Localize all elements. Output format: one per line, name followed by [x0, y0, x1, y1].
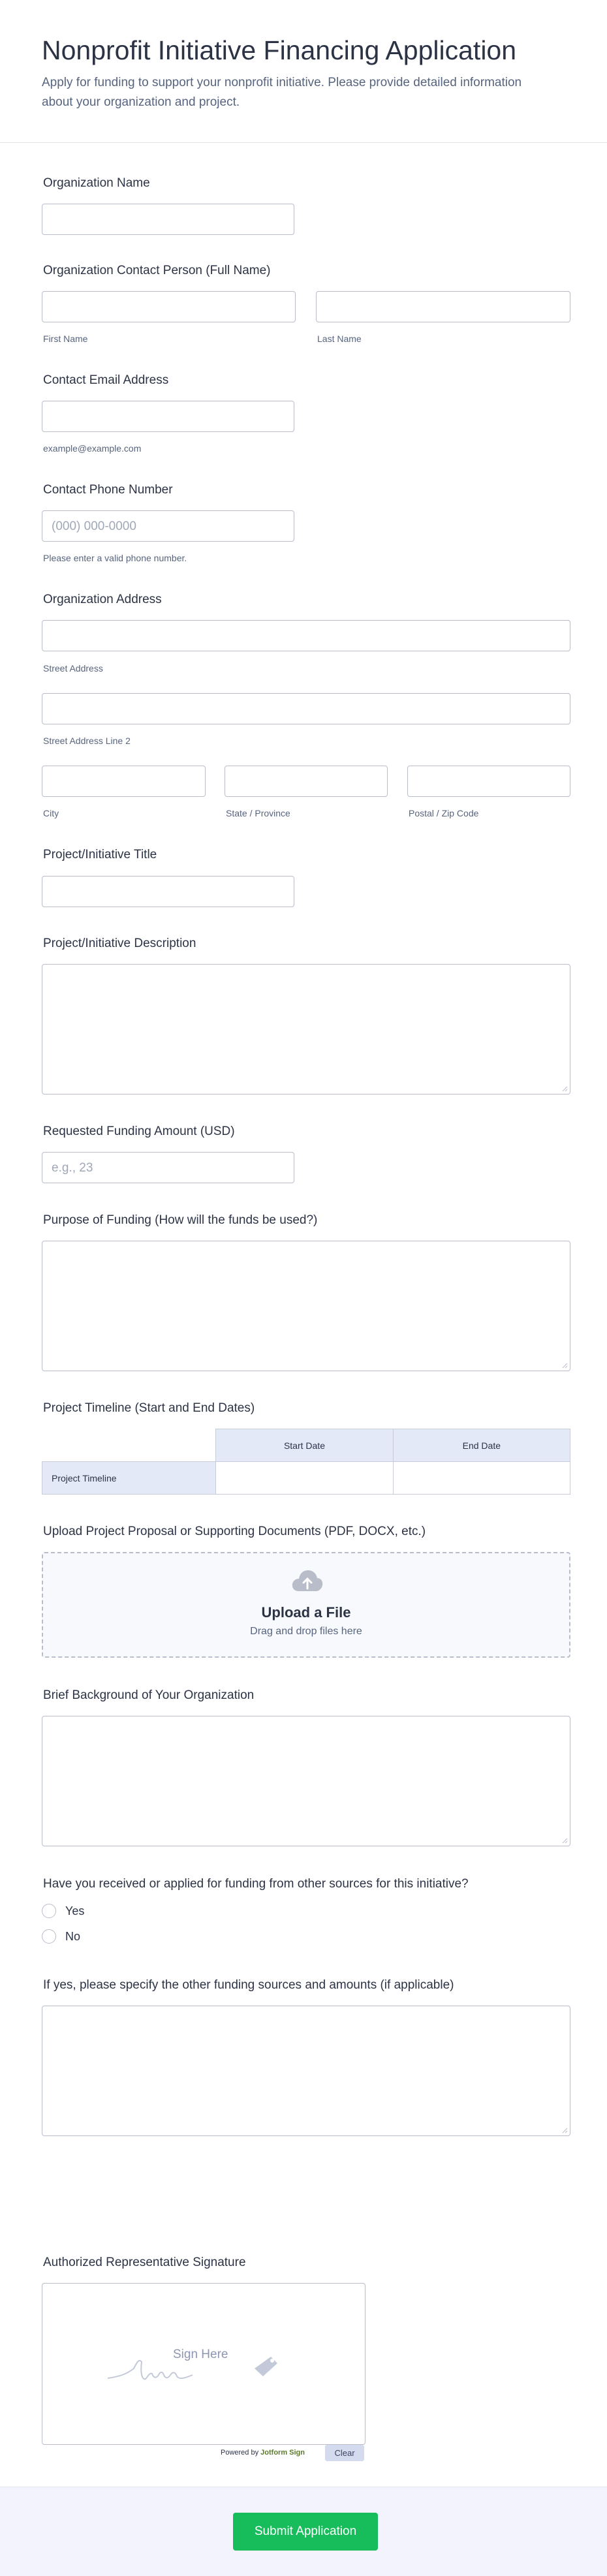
file-upload-dropzone[interactable]: Upload a File Drag and drop files here [42, 1552, 570, 1658]
powered-by-text: Powered by Jotform Sign [221, 2449, 305, 2457]
phone-placeholder: (000) 000-0000 [52, 520, 136, 533]
first-name-input[interactable] [42, 291, 296, 322]
phone-label: Contact Phone Number [43, 483, 173, 497]
zip-sublabel: Postal / Zip Code [409, 808, 479, 818]
cloud-upload-icon [292, 1570, 323, 1591]
street-address-sublabel: Street Address [43, 663, 103, 674]
yes-option-label[interactable]: Yes [65, 1904, 84, 1918]
zip-input[interactable] [407, 766, 570, 797]
project-description-label: Project/Initiative Description [43, 937, 196, 950]
clear-signature-button[interactable]: Clear [325, 2445, 364, 2461]
street-address-2-input[interactable] [42, 693, 570, 724]
resize-grip-icon[interactable] [561, 1362, 568, 1369]
other-funding-label: Have you received or applied for funding… [43, 1877, 469, 1891]
purpose-textarea[interactable] [42, 1241, 570, 1371]
timeline-table: Start Date End Date Project Timeline [41, 1429, 571, 1495]
last-name-sublabel: Last Name [317, 334, 362, 344]
purpose-label: Purpose of Funding (How will the funds b… [43, 1213, 318, 1227]
end-date-header: End Date [392, 1429, 571, 1462]
street-address-2-sublabel: Street Address Line 2 [43, 736, 131, 746]
phone-sublabel: Please enter a valid phone number. [43, 553, 187, 563]
street-address-input[interactable] [42, 620, 570, 651]
resize-grip-icon[interactable] [561, 1085, 568, 1092]
page-title: Nonprofit Initiative Financing Applicati… [42, 35, 517, 65]
contact-person-label: Organization Contact Person (Full Name) [43, 264, 271, 277]
funding-amount-placeholder: e.g., 23 [52, 1161, 93, 1175]
other-sources-label: If yes, please specify the other funding… [43, 1978, 454, 1992]
org-name-input[interactable] [42, 204, 294, 235]
resize-grip-icon[interactable] [561, 2127, 568, 2134]
other-sources-textarea[interactable] [42, 2006, 570, 2136]
start-date-cell[interactable] [215, 1461, 394, 1495]
upload-title: Upload a File [261, 1604, 351, 1621]
city-sublabel: City [43, 808, 59, 818]
powered-by-prefix: Powered by [221, 2449, 259, 2457]
resize-grip-icon[interactable] [561, 1837, 568, 1844]
funding-amount-label: Requested Funding Amount (USD) [43, 1125, 235, 1138]
background-textarea[interactable] [42, 1716, 570, 1846]
city-input[interactable] [42, 766, 206, 797]
upload-hint: Drag and drop files here [250, 1626, 362, 1637]
state-sublabel: State / Province [226, 808, 290, 818]
timeline-label: Project Timeline (Start and End Dates) [43, 1401, 255, 1415]
yes-radio[interactable] [42, 1904, 56, 1918]
no-option-label[interactable]: No [65, 1930, 80, 1944]
last-name-input[interactable] [316, 291, 570, 322]
funding-amount-input[interactable]: e.g., 23 [42, 1152, 294, 1183]
background-label: Brief Background of Your Organization [43, 1688, 255, 1702]
org-name-label: Organization Name [43, 176, 150, 190]
phone-input[interactable]: (000) 000-0000 [42, 510, 294, 542]
first-name-sublabel: First Name [43, 334, 88, 344]
end-date-cell[interactable] [392, 1461, 571, 1495]
page-subtitle: Apply for funding to support your nonpro… [42, 76, 522, 109]
timeline-row-label: Project Timeline [41, 1461, 217, 1495]
no-radio[interactable] [42, 1929, 56, 1944]
project-title-label: Project/Initiative Title [43, 848, 157, 861]
form-header: Nonprofit Initiative Financing Applicati… [0, 0, 607, 143]
timeline-corner-cell [42, 1429, 216, 1462]
state-input[interactable] [225, 766, 388, 797]
signature-label: Authorized Representative Signature [43, 2256, 246, 2269]
address-label: Organization Address [43, 593, 162, 606]
upload-label: Upload Project Proposal or Supporting Do… [43, 1525, 426, 1538]
form-footer: Submit Application [0, 2487, 607, 2576]
signature-placeholder: Sign Here [173, 2348, 228, 2361]
start-date-header: Start Date [215, 1429, 394, 1462]
email-label: Contact Email Address [43, 373, 169, 387]
email-sublabel: example@example.com [43, 443, 142, 454]
project-title-input[interactable] [42, 876, 294, 907]
email-input[interactable] [42, 401, 294, 432]
submit-button[interactable]: Submit Application [233, 2513, 378, 2551]
jotform-sign-brand: Jotform Sign [260, 2449, 305, 2457]
project-description-textarea[interactable] [42, 964, 570, 1094]
signature-pad[interactable]: Sign Here [42, 2283, 366, 2445]
